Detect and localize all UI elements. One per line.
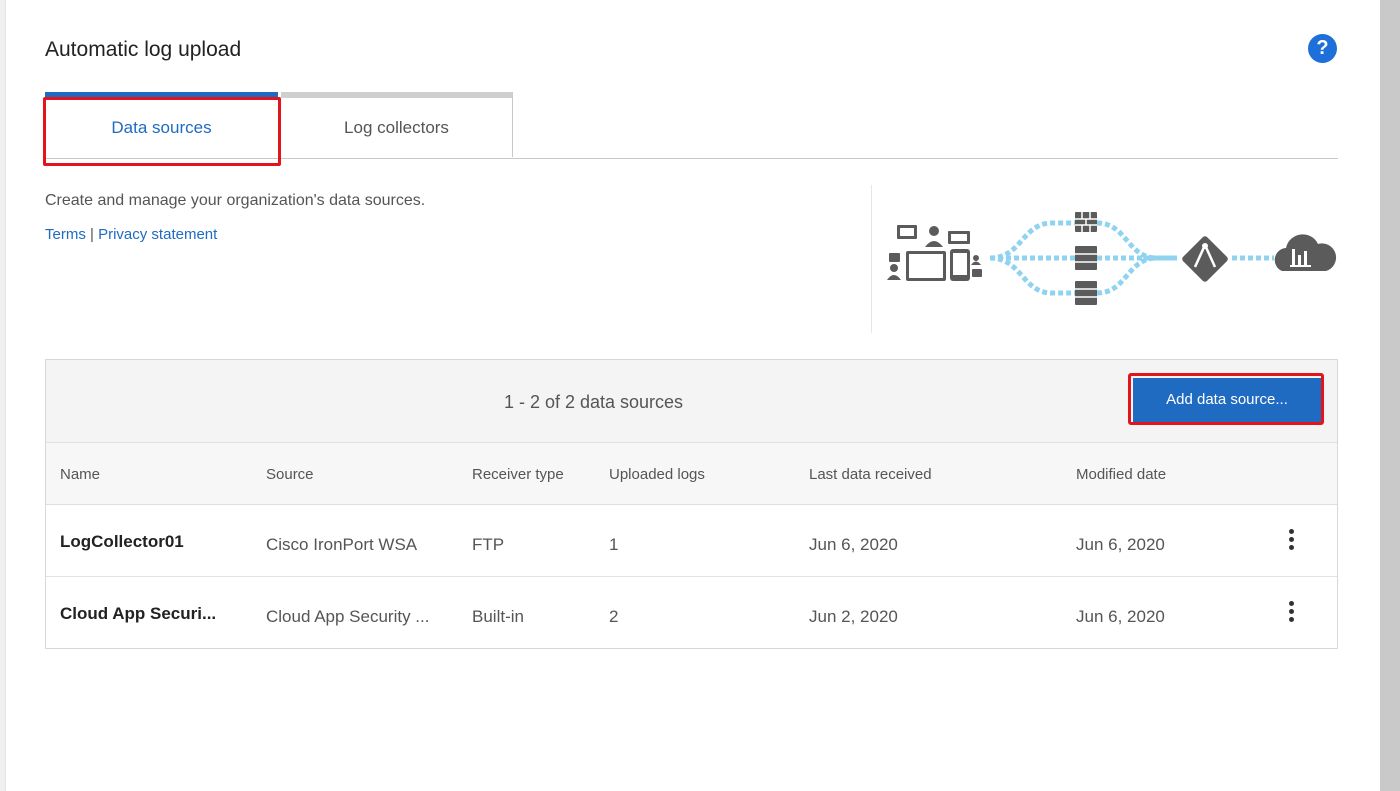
table-row[interactable]: LogCollector01 Cisco IronPort WSA FTP 1 … <box>46 505 1337 577</box>
row-receiver-type: Built-in <box>472 607 524 626</box>
row-name[interactable]: LogCollector01 <box>60 532 184 552</box>
row-receiver-type: FTP <box>472 535 505 554</box>
row-modified-date: Jun 6, 2020 <box>1076 535 1165 554</box>
row-source: Cloud App Security ... <box>266 607 430 626</box>
devices-icon <box>887 225 982 281</box>
row-last-data-received: Jun 6, 2020 <box>809 535 898 554</box>
terms-link[interactable]: Terms <box>45 226 86 243</box>
connection-lines <box>989 220 1274 296</box>
row-name[interactable]: Cloud App Securi... <box>60 604 216 624</box>
column-header-last-data-received[interactable]: Last data received <box>809 466 932 483</box>
more-actions-icon[interactable] <box>1284 601 1298 625</box>
page-description: Create and manage your organization's da… <box>45 192 426 209</box>
scrollbar[interactable] <box>1380 0 1400 791</box>
column-header-uploaded-logs[interactable]: Uploaded logs <box>609 466 705 483</box>
column-header-name[interactable]: Name <box>60 466 100 483</box>
collector-icon <box>1182 236 1228 282</box>
left-edge <box>0 0 6 791</box>
link-separator: | <box>90 226 94 243</box>
row-last-data-received: Jun 2, 2020 <box>809 607 898 626</box>
row-source: Cisco IronPort WSA <box>266 535 418 554</box>
column-header-receiver-type[interactable]: Receiver type <box>472 466 564 483</box>
tab-log-collectors[interactable]: Log collectors <box>281 92 513 157</box>
row-modified-date: Jun 6, 2020 <box>1076 607 1165 626</box>
scrollbar-thumb[interactable] <box>1380 0 1400 791</box>
more-actions-icon[interactable] <box>1284 529 1298 553</box>
highlight-box-add-button <box>1128 373 1324 425</box>
column-header-source[interactable]: Source <box>266 466 314 483</box>
cloud-analytics-icon <box>1274 234 1337 271</box>
result-count: 1 - 2 of 2 data sources <box>503 392 684 412</box>
table-header: Name Source Receiver type Uploaded logs … <box>46 443 1337 505</box>
log-upload-illustration <box>871 185 1342 333</box>
privacy-link[interactable]: Privacy statement <box>98 226 217 243</box>
table-row[interactable]: Cloud App Securi... Cloud App Security .… <box>46 577 1337 648</box>
firewall-icon <box>1075 212 1097 232</box>
page-title: Automatic log upload <box>45 38 242 61</box>
server-icon <box>1075 246 1097 305</box>
help-icon[interactable]: ? <box>1308 34 1337 63</box>
column-header-modified-date[interactable]: Modified date <box>1076 466 1166 483</box>
row-uploaded-logs: 1 <box>609 535 619 554</box>
highlight-box-tab <box>43 97 281 166</box>
row-uploaded-logs: 2 <box>609 607 619 626</box>
legal-links: Terms | Privacy statement <box>45 226 217 243</box>
